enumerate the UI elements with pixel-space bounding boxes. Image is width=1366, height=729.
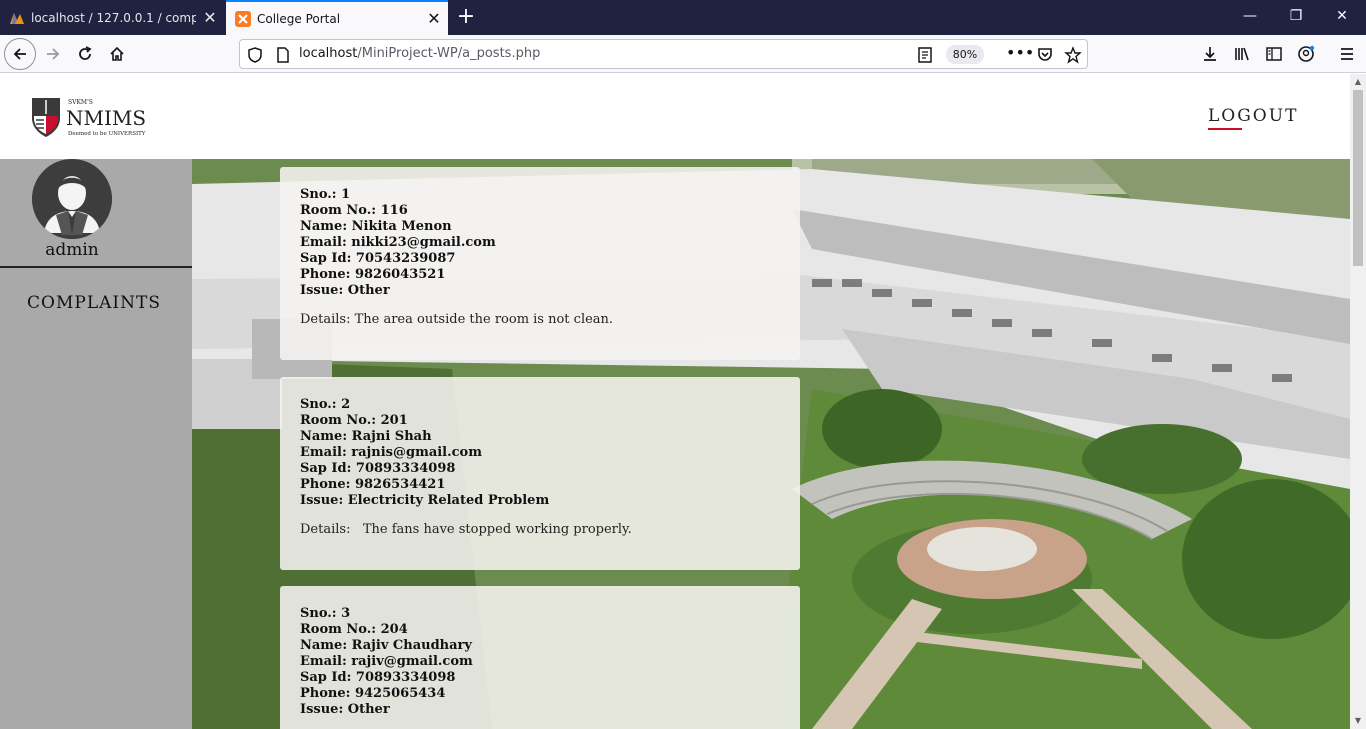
tab-phpmyadmin[interactable]: localhost / 127.0.0.1 / complaints ✕ (0, 0, 224, 35)
complaint-sapid: Sap Id: 70893334098 (300, 670, 456, 685)
back-button[interactable] (4, 38, 36, 70)
complaint-room: Room No.: 204 (300, 622, 408, 637)
tab-title: localhost / 127.0.0.1 / complaints (31, 10, 196, 25)
complaint-sno: Sno.: 3 (300, 606, 351, 621)
forward-button[interactable] (37, 38, 69, 70)
complaint-issue: Issue: Other (300, 702, 390, 717)
browser-tab-strip: localhost / 127.0.0.1 / complaints ✕ Col… (0, 0, 1366, 35)
zoom-level-badge[interactable]: 80% (946, 45, 984, 64)
sidebar-divider (0, 266, 192, 268)
complaint-sno: Sno.: 2 (300, 397, 351, 412)
page-scrollbar[interactable]: ▲ ▼ (1350, 74, 1366, 729)
complaint-details: Details: The area outside the room is no… (300, 312, 614, 327)
logo-sub-text: Deemed to be UNIVERSITY (68, 131, 146, 137)
close-tab-icon[interactable]: ✕ (420, 9, 448, 28)
scroll-down-icon[interactable]: ▼ (1350, 713, 1366, 729)
user-avatar-icon (32, 159, 112, 239)
url-path: /MiniProject-WP/a_posts.php (357, 46, 541, 61)
complaint-card: Sno.: 3 Room No.: 204 Name: Rajiv Chaudh… (280, 586, 800, 729)
pocket-icon[interactable] (1036, 46, 1054, 64)
logout-link[interactable]: LOGOUT (1208, 106, 1298, 126)
reload-icon (79, 46, 92, 60)
complaint-email: Email: rajnis@gmail.com (300, 445, 482, 460)
restore-window-icon[interactable]: ❐ (1273, 0, 1319, 35)
sidebar-toggle-button[interactable] (1258, 38, 1290, 70)
complaint-phone: Phone: 9425065434 (300, 686, 446, 701)
url-host: localhost (299, 46, 358, 61)
complaint-details: Details: The fans have stopped working p… (300, 522, 632, 537)
admin-name: admin (45, 240, 99, 260)
minimize-window-icon[interactable]: — (1227, 0, 1273, 35)
home-button[interactable] (101, 38, 133, 70)
scrollbar-thumb[interactable] (1353, 90, 1363, 266)
complaint-issue: Issue: Other (300, 283, 390, 298)
more-actions-icon[interactable]: ••• (1006, 45, 1034, 64)
complaint-name: Name: Rajiv Chaudhary (300, 638, 472, 653)
download-icon (1204, 47, 1216, 61)
complaint-sno: Sno.: 1 (300, 187, 351, 202)
hamburger-menu-icon (1341, 48, 1353, 60)
admin-avatar (32, 159, 112, 239)
complaint-sapid: Sap Id: 70893334098 (300, 461, 456, 476)
complaint-issue: Issue: Electricity Related Problem (300, 493, 550, 508)
sidebar-icon (1266, 47, 1282, 61)
shield-icon[interactable] (246, 46, 264, 64)
menu-button[interactable] (1331, 38, 1363, 70)
nmims-logo[interactable]: SVKM'S NMIMS Deemed to be UNIVERSITY (30, 96, 146, 138)
sidebar: admin COMPLAINTS (0, 159, 192, 729)
complaint-email: Email: rajiv@gmail.com (300, 654, 473, 669)
complaint-phone: Phone: 9826534421 (300, 477, 446, 492)
complaint-room: Room No.: 116 (300, 203, 408, 218)
complaint-name: Name: Rajni Shah (300, 429, 432, 444)
complaint-card: Sno.: 2 Room No.: 201 Name: Rajni Shah E… (280, 377, 800, 570)
complaint-name: Name: Nikita Menon (300, 219, 452, 234)
site-header: SVKM'S NMIMS Deemed to be UNIVERSITY LOG… (0, 74, 1350, 159)
tab-college-portal[interactable]: College Portal ✕ (226, 0, 448, 35)
reader-view-icon[interactable] (916, 46, 934, 64)
tab-title: College Portal (257, 11, 341, 26)
complaint-room: Room No.: 201 (300, 413, 408, 428)
page-info-icon[interactable] (274, 46, 292, 64)
account-button[interactable] (1290, 38, 1322, 70)
url-text[interactable]: localhost/MiniProject-WP/a_posts.php (299, 46, 540, 61)
logo-main-text: NMIMS (66, 106, 146, 130)
complaint-card: Sno.: 1 Room No.: 116 Name: Nikita Menon… (280, 167, 800, 360)
home-icon (110, 46, 124, 61)
phpmyadmin-favicon-icon (10, 12, 24, 24)
new-tab-plus-icon[interactable]: + (452, 3, 480, 31)
bookmark-star-icon[interactable] (1064, 46, 1082, 64)
close-window-icon[interactable]: ✕ (1319, 0, 1365, 35)
page-viewport: SVKM'S NMIMS Deemed to be UNIVERSITY LOG… (0, 74, 1350, 729)
url-bar[interactable]: localhost/MiniProject-WP/a_posts.php 80%… (239, 39, 1088, 69)
complaint-phone: Phone: 9826043521 (300, 267, 446, 282)
back-arrow-icon (13, 48, 26, 60)
logo-top-text: SVKM'S (68, 99, 93, 106)
scroll-up-icon[interactable]: ▲ (1350, 74, 1366, 90)
complaint-email: Email: nikki23@gmail.com (300, 235, 496, 250)
sidebar-item-complaints[interactable]: COMPLAINTS (0, 293, 188, 313)
logout-underline (1208, 128, 1242, 130)
library-button[interactable] (1226, 38, 1258, 70)
xampp-favicon-icon (235, 10, 251, 27)
account-icon (1298, 45, 1315, 62)
complaint-sapid: Sap Id: 70543239087 (300, 251, 456, 266)
library-icon (1235, 47, 1249, 61)
close-tab-icon[interactable]: ✕ (196, 8, 224, 27)
downloads-button[interactable] (1194, 38, 1226, 70)
reload-button[interactable] (69, 38, 101, 70)
browser-nav-bar: localhost/MiniProject-WP/a_posts.php 80%… (0, 35, 1366, 73)
forward-arrow-icon (47, 48, 60, 60)
